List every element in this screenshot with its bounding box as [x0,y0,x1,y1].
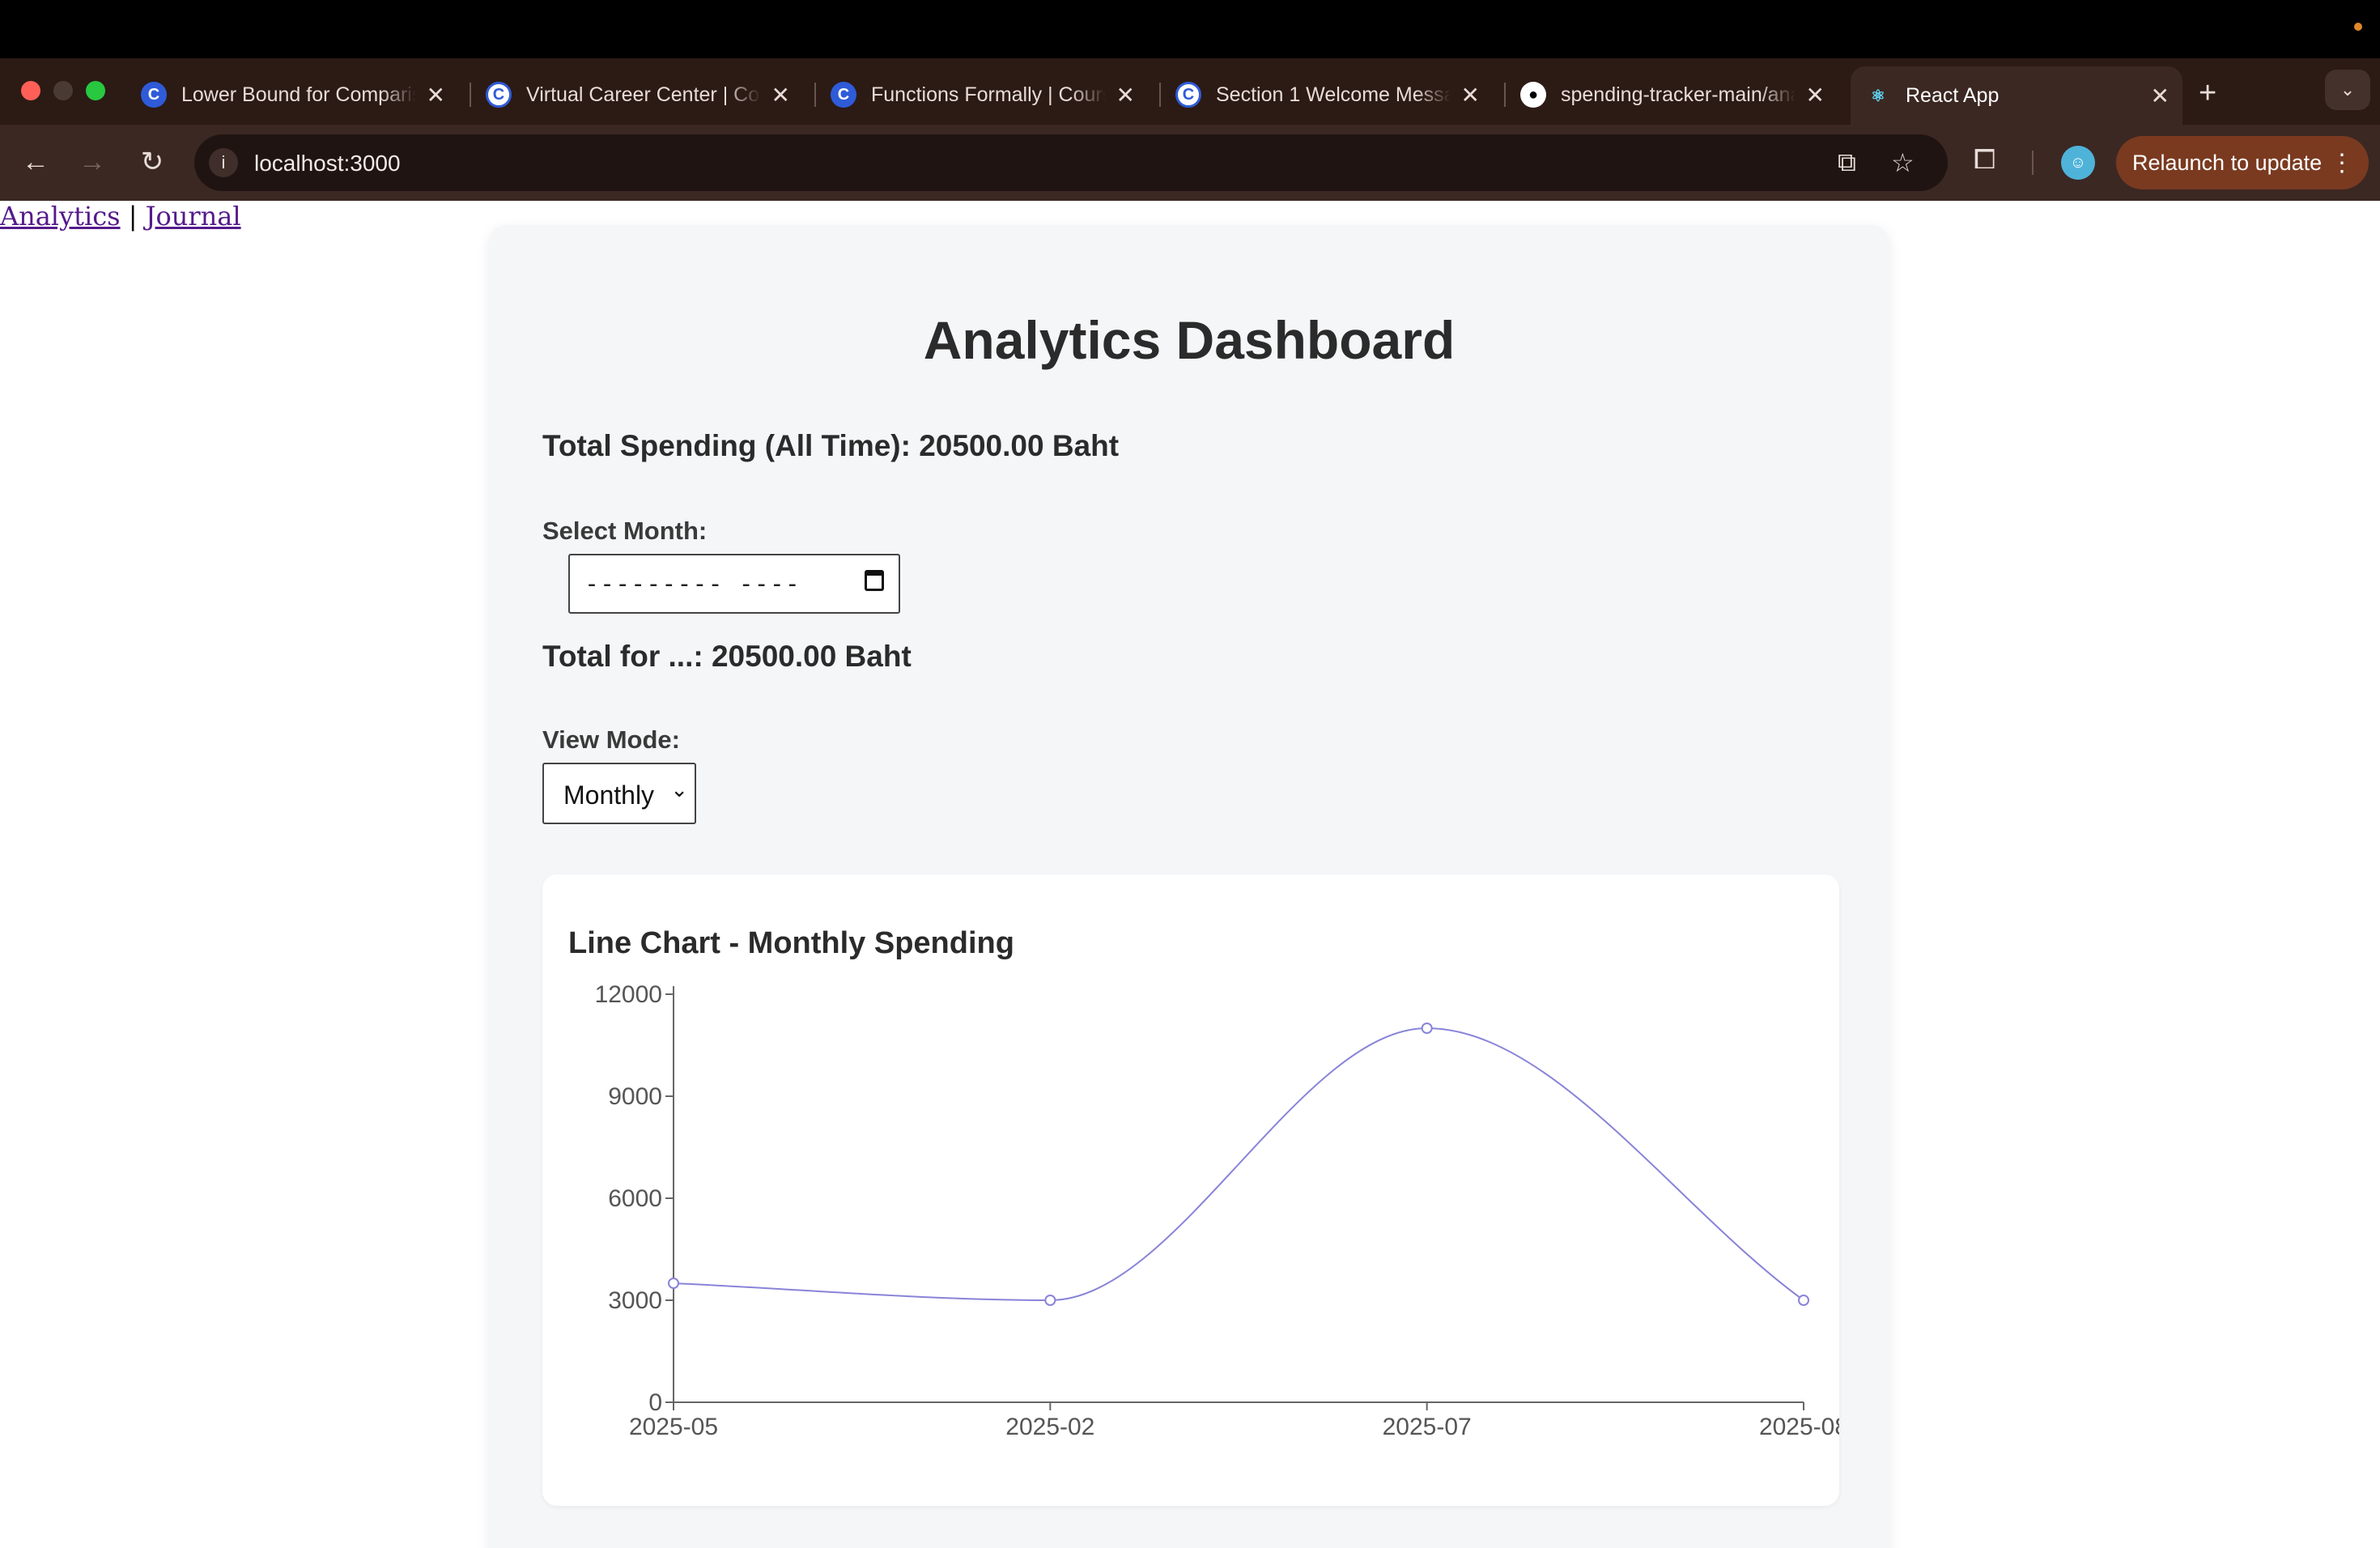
close-tab-icon[interactable]: ✕ [771,82,790,108]
x-tick-label: 2025-08 [1759,1414,1839,1440]
month-input-placeholder: --------- ---- [584,570,801,598]
x-tick-label: 2025-05 [629,1414,718,1440]
close-tab-icon[interactable]: ✕ [427,82,445,108]
x-tick-label: 2025-07 [1383,1414,1472,1440]
y-tick-label: 0 [648,1389,662,1416]
month-input[interactable]: --------- ---- [568,554,900,614]
extensions-icon[interactable]: ⧠ [1974,144,1995,176]
close-window-button[interactable] [21,81,40,100]
tab-title: spending-tracker-main/analytics [1561,83,1796,106]
tab-react-app[interactable]: ⚛ React App ✕ [1851,66,2182,125]
total-all-time: Total Spending (All Time): 20500.00 Baht [542,429,1120,462]
tab-search-button[interactable]: ⌄ [2325,70,2370,110]
os-menu-bar [0,0,2380,58]
total-for-month: Total for ...: 20500.00 Baht [542,640,912,673]
top-nav: Analytics | Journal [0,201,241,232]
y-tick-label: 6000 [608,1185,662,1212]
close-tab-icon[interactable]: ✕ [1461,82,1480,108]
close-tab-icon[interactable]: ✕ [1806,82,1825,108]
url-text[interactable]: localhost:3000 [254,151,401,176]
page-title: Analytics Dashboard [923,310,1456,370]
coursera-icon: C [486,82,512,108]
tab-title: Lower Bound for Comparison [181,83,416,106]
tab-title: Virtual Career Center | Coursera [526,83,761,106]
nav-separator: | [128,201,138,232]
bookmark-star-icon[interactable]: ☆ [1891,147,1915,178]
view-mode-select[interactable]: Monthly ⌄ [542,763,696,824]
new-tab-button[interactable]: + [2199,76,2216,111]
y-tick-label: 3000 [608,1287,662,1314]
reload-button[interactable]: ↻ [133,142,172,181]
data-point [1798,1295,1809,1306]
view-mode-value: Monthly [563,780,655,810]
back-button[interactable]: ← [16,142,55,181]
data-point [668,1278,679,1289]
nav-analytics-link[interactable]: Analytics [0,201,121,232]
series-line [673,1027,1804,1302]
view-mode-label: View Mode: [542,725,680,754]
dashboard-card: Analytics Dashboard Total Spending (All … [489,225,1889,1548]
tab-virtual-career-center[interactable]: C Virtual Career Center | Coursera ✕ [470,70,803,120]
tab-github-spending-tracker[interactable]: ● spending-tracker-main/analytics ✕ [1504,70,1838,120]
browser-toolbar: ← → ↻ i localhost:3000 ⧉ ☆ ⧠ ☺ Relaunch … [0,125,2380,202]
tab-strip: C Lower Bound for Comparison ✕ C Virtual… [0,58,2380,125]
close-tab-icon[interactable]: ✕ [2151,83,2170,109]
react-icon: ⚛ [1871,87,1885,105]
close-tab-icon[interactable]: ✕ [1116,82,1135,108]
y-tick-label: 12000 [595,981,662,1008]
github-icon: ● [1520,82,1546,108]
select-month-label: Select Month: [542,517,708,545]
tab-functions-formally[interactable]: C Functions Formally | Coursera ✕ [814,70,1148,120]
install-app-icon[interactable]: ⧉ [1838,147,1856,178]
minimize-window-button[interactable] [53,81,73,100]
x-tick-label: 2025-02 [1005,1414,1094,1440]
chevron-down-icon: ⌄ [670,777,688,802]
coursera-icon: C [141,82,167,108]
tab-lower-bound[interactable]: C Lower Bound for Comparison ✕ [126,70,458,120]
toolbar-divider [2032,151,2034,175]
zoom-window-button[interactable] [86,81,105,100]
tab-section-1[interactable]: C Section 1 Welcome Message ✕ [1159,70,1493,120]
relaunch-button[interactable]: Relaunch to update ⋮ [2116,136,2369,189]
tab-title: Section 1 Welcome Message [1216,83,1451,106]
relaunch-label: Relaunch to update [2132,150,2323,175]
chart-card: Line Chart - Monthly Spending 0 3000 6000 9… [542,874,1839,1506]
status-dot [2354,23,2362,31]
tab-title: Functions Formally | Coursera [871,83,1106,106]
y-tick-label: 9000 [608,1083,662,1110]
address-bar[interactable]: i localhost:3000 ⧉ ☆ [194,134,1948,191]
forward-button[interactable]: → [73,142,112,181]
site-info-icon[interactable]: i [209,148,238,177]
tab-title: React App [1906,83,2000,107]
profile-avatar[interactable]: ☺ [2061,146,2095,180]
page-content: Analytics | Journal Analytics Dashboard … [0,201,2380,1548]
coursera-icon: C [1175,82,1201,108]
data-point [1421,1023,1433,1034]
more-menu-icon[interactable]: ⋮ [2330,149,2354,177]
line-chart: 0 3000 6000 9000 12000 2025-05 2025-02 2025-07 2… [595,981,1839,1440]
nav-journal-link[interactable]: Journal [146,201,241,232]
coursera-icon: C [831,82,856,108]
calendar-icon[interactable] [865,570,884,591]
data-point [1044,1295,1056,1306]
